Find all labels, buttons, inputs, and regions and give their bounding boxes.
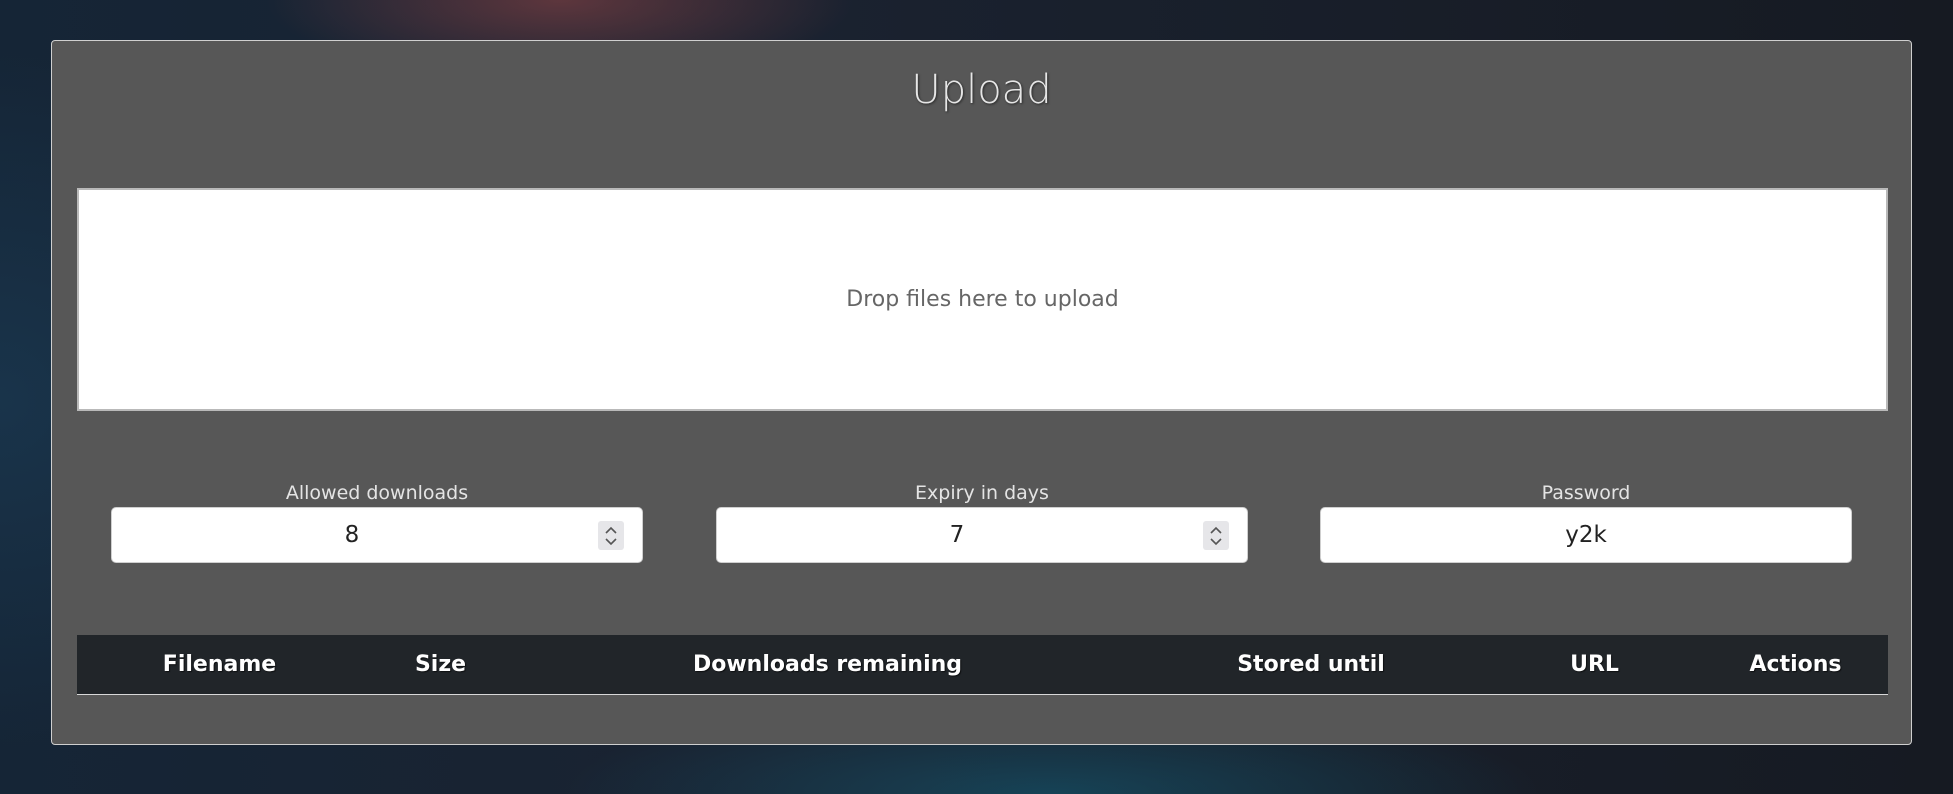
allowed-downloads-label: Allowed downloads: [285, 482, 469, 504]
allowed-downloads-input[interactable]: [112, 508, 642, 562]
files-table: Filename Size Downloads remaining Stored…: [77, 635, 1888, 695]
file-dropzone[interactable]: Drop files here to upload: [77, 188, 1888, 411]
column-header-stored-until[interactable]: Stored until: [1136, 635, 1486, 695]
dropzone-message: Drop files here to upload: [846, 287, 1119, 312]
column-header-size[interactable]: Size: [362, 635, 519, 695]
stepper-arrows-icon: [605, 526, 617, 545]
number-stepper[interactable]: [1203, 521, 1229, 550]
files-table-wrapper: Filename Size Downloads remaining Stored…: [77, 635, 1888, 695]
expiry-days-box: [716, 507, 1248, 563]
column-header-downloads-remaining[interactable]: Downloads remaining: [519, 635, 1136, 695]
password-field: Password: [1320, 479, 1852, 563]
password-box: [1320, 507, 1852, 563]
upload-card: Upload Drop files here to upload Allowed…: [51, 40, 1912, 745]
expiry-days-field: Expiry in days: [716, 479, 1248, 563]
number-stepper[interactable]: [598, 521, 624, 550]
stepper-arrows-icon: [1210, 526, 1222, 545]
allowed-downloads-box: [111, 507, 643, 563]
column-header-url[interactable]: URL: [1486, 635, 1703, 695]
expiry-days-input[interactable]: [717, 508, 1247, 562]
column-header-filename[interactable]: Filename: [77, 635, 362, 695]
page-title: Upload: [911, 67, 1052, 113]
password-label: Password: [1541, 482, 1631, 504]
column-header-actions[interactable]: Actions: [1703, 635, 1888, 695]
expiry-days-label: Expiry in days: [915, 482, 1049, 504]
password-input[interactable]: [1321, 508, 1851, 562]
table-header-row: Filename Size Downloads remaining Stored…: [77, 635, 1888, 695]
allowed-downloads-field: Allowed downloads: [111, 479, 643, 563]
